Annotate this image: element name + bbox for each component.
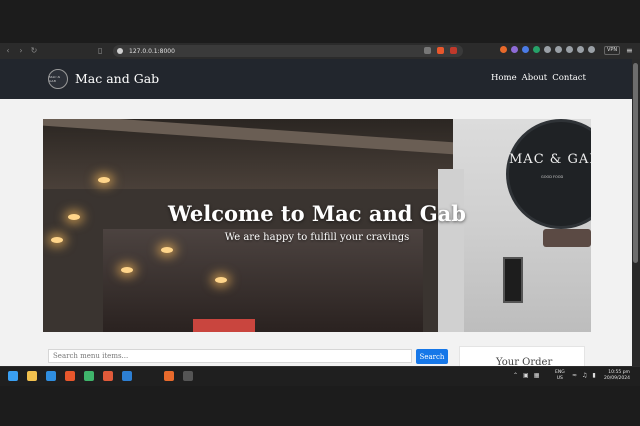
share-icon[interactable] [424, 47, 431, 54]
chevron-up-icon[interactable]: ⌃ [513, 372, 518, 380]
browser-toolbar: ‹ › ↻ ▯ 127.0.0.1:8000 VPN ≡ [0, 43, 640, 59]
file-explorer-icon[interactable] [27, 371, 37, 381]
wifi-icon[interactable]: ≈ [572, 372, 577, 380]
hero-photo-red-sign [193, 319, 255, 332]
puzzle-icon[interactable] [566, 46, 573, 53]
nav-about-link[interactable]: About [522, 73, 548, 83]
nav-contact-link[interactable]: Contact [552, 73, 586, 83]
hero-photo-doorframe [438, 169, 464, 332]
vpn-button[interactable]: VPN [604, 46, 621, 55]
vscode-icon[interactable] [46, 371, 56, 381]
logo[interactable]: MAC & GAB [48, 69, 68, 89]
extension-icon[interactable] [522, 46, 529, 53]
shop-sign-subtext: GOOD FOOD [541, 175, 564, 179]
system-tray: ⌃ ▣ ▦ [513, 372, 539, 380]
region-code: US [556, 376, 563, 381]
screen: ‹ › ↻ ▯ 127.0.0.1:8000 VPN ≡ MAC & GAB M… [0, 0, 640, 426]
hero-title: Welcome to Mac and Gab [168, 201, 466, 226]
tray-app-icon[interactable]: ▣ [523, 372, 529, 380]
brave-browser-icon[interactable] [65, 371, 75, 381]
clock[interactable]: 10:55 pm 20/09/2024 [604, 370, 630, 382]
terminal-icon[interactable] [183, 371, 193, 381]
brand-name[interactable]: Mac and Gab [75, 71, 159, 86]
nav-home-link[interactable]: Home [491, 73, 517, 83]
hero-photo-wall-lamp [503, 257, 523, 303]
page-viewport: MAC & GAB Mac and Gab Home About Contact [0, 59, 632, 366]
sidebar-icon[interactable] [577, 46, 584, 53]
extensions-area [500, 46, 595, 53]
site-info-icon[interactable] [117, 48, 123, 54]
url-text: 127.0.0.1:8000 [129, 47, 175, 55]
brave-rewards-icon[interactable] [450, 47, 457, 54]
menu-icon[interactable]: ≡ [626, 46, 633, 55]
ceiling-light [215, 277, 227, 283]
extension-icon[interactable] [544, 46, 551, 53]
search-input[interactable] [48, 349, 412, 363]
ceiling-light [161, 247, 173, 253]
order-title: Your Order [496, 357, 553, 366]
address-bar[interactable]: 127.0.0.1:8000 [113, 45, 463, 57]
app-icon[interactable] [84, 371, 94, 381]
search-button[interactable]: Search [416, 349, 448, 364]
page-scrollbar[interactable] [632, 59, 640, 366]
forward-icon[interactable]: › [16, 46, 26, 56]
ceiling-light [121, 267, 133, 273]
app-icon[interactable] [122, 371, 132, 381]
site-navbar: MAC & GAB Mac and Gab Home About Contact [0, 59, 632, 99]
wallet-icon[interactable] [588, 46, 595, 53]
back-icon[interactable]: ‹ [3, 46, 13, 56]
language-indicator[interactable]: ENG US [555, 370, 565, 382]
shop-sign-text: MAC & GAB [509, 152, 591, 167]
logo-text: MAC & GAB [49, 75, 61, 83]
order-panel: Your Order [459, 346, 585, 366]
extension-icon[interactable] [533, 46, 540, 53]
extension-icon[interactable] [500, 46, 507, 53]
bookmark-icon[interactable]: ▯ [98, 46, 108, 56]
clock-date: 20/09/2024 [604, 376, 630, 381]
hero-photo-interior [103, 229, 423, 332]
tray-app-icon[interactable]: ▦ [534, 372, 540, 380]
windows-start-icon[interactable] [8, 371, 18, 381]
battery-icon[interactable]: ▮ [592, 372, 595, 380]
ceiling-light [98, 177, 110, 183]
brave-shield-icon[interactable] [437, 47, 444, 54]
volume-icon[interactable]: ♫ [582, 372, 587, 380]
reload-icon[interactable]: ↻ [29, 46, 39, 56]
hero-banner: MAC & GAB GOOD FOOD Welcome to Mac and G… [43, 119, 591, 332]
scroll-thumb[interactable] [633, 63, 638, 263]
taskbar: ⌃ ▣ ▦ ENG US ≈ ♫ ▮ 10:55 pm 20/09/2024 [0, 366, 640, 386]
extension-icon[interactable] [511, 46, 518, 53]
status-icons: ≈ ♫ ▮ [572, 372, 596, 380]
extension-icon[interactable] [555, 46, 562, 53]
nav-links: Home About Contact [491, 73, 586, 83]
hero-subtitle: We are happy to fulfill your cravings [224, 232, 410, 243]
app-icon[interactable] [103, 371, 113, 381]
taskbar-apps [8, 371, 193, 381]
app-icon[interactable] [164, 371, 174, 381]
